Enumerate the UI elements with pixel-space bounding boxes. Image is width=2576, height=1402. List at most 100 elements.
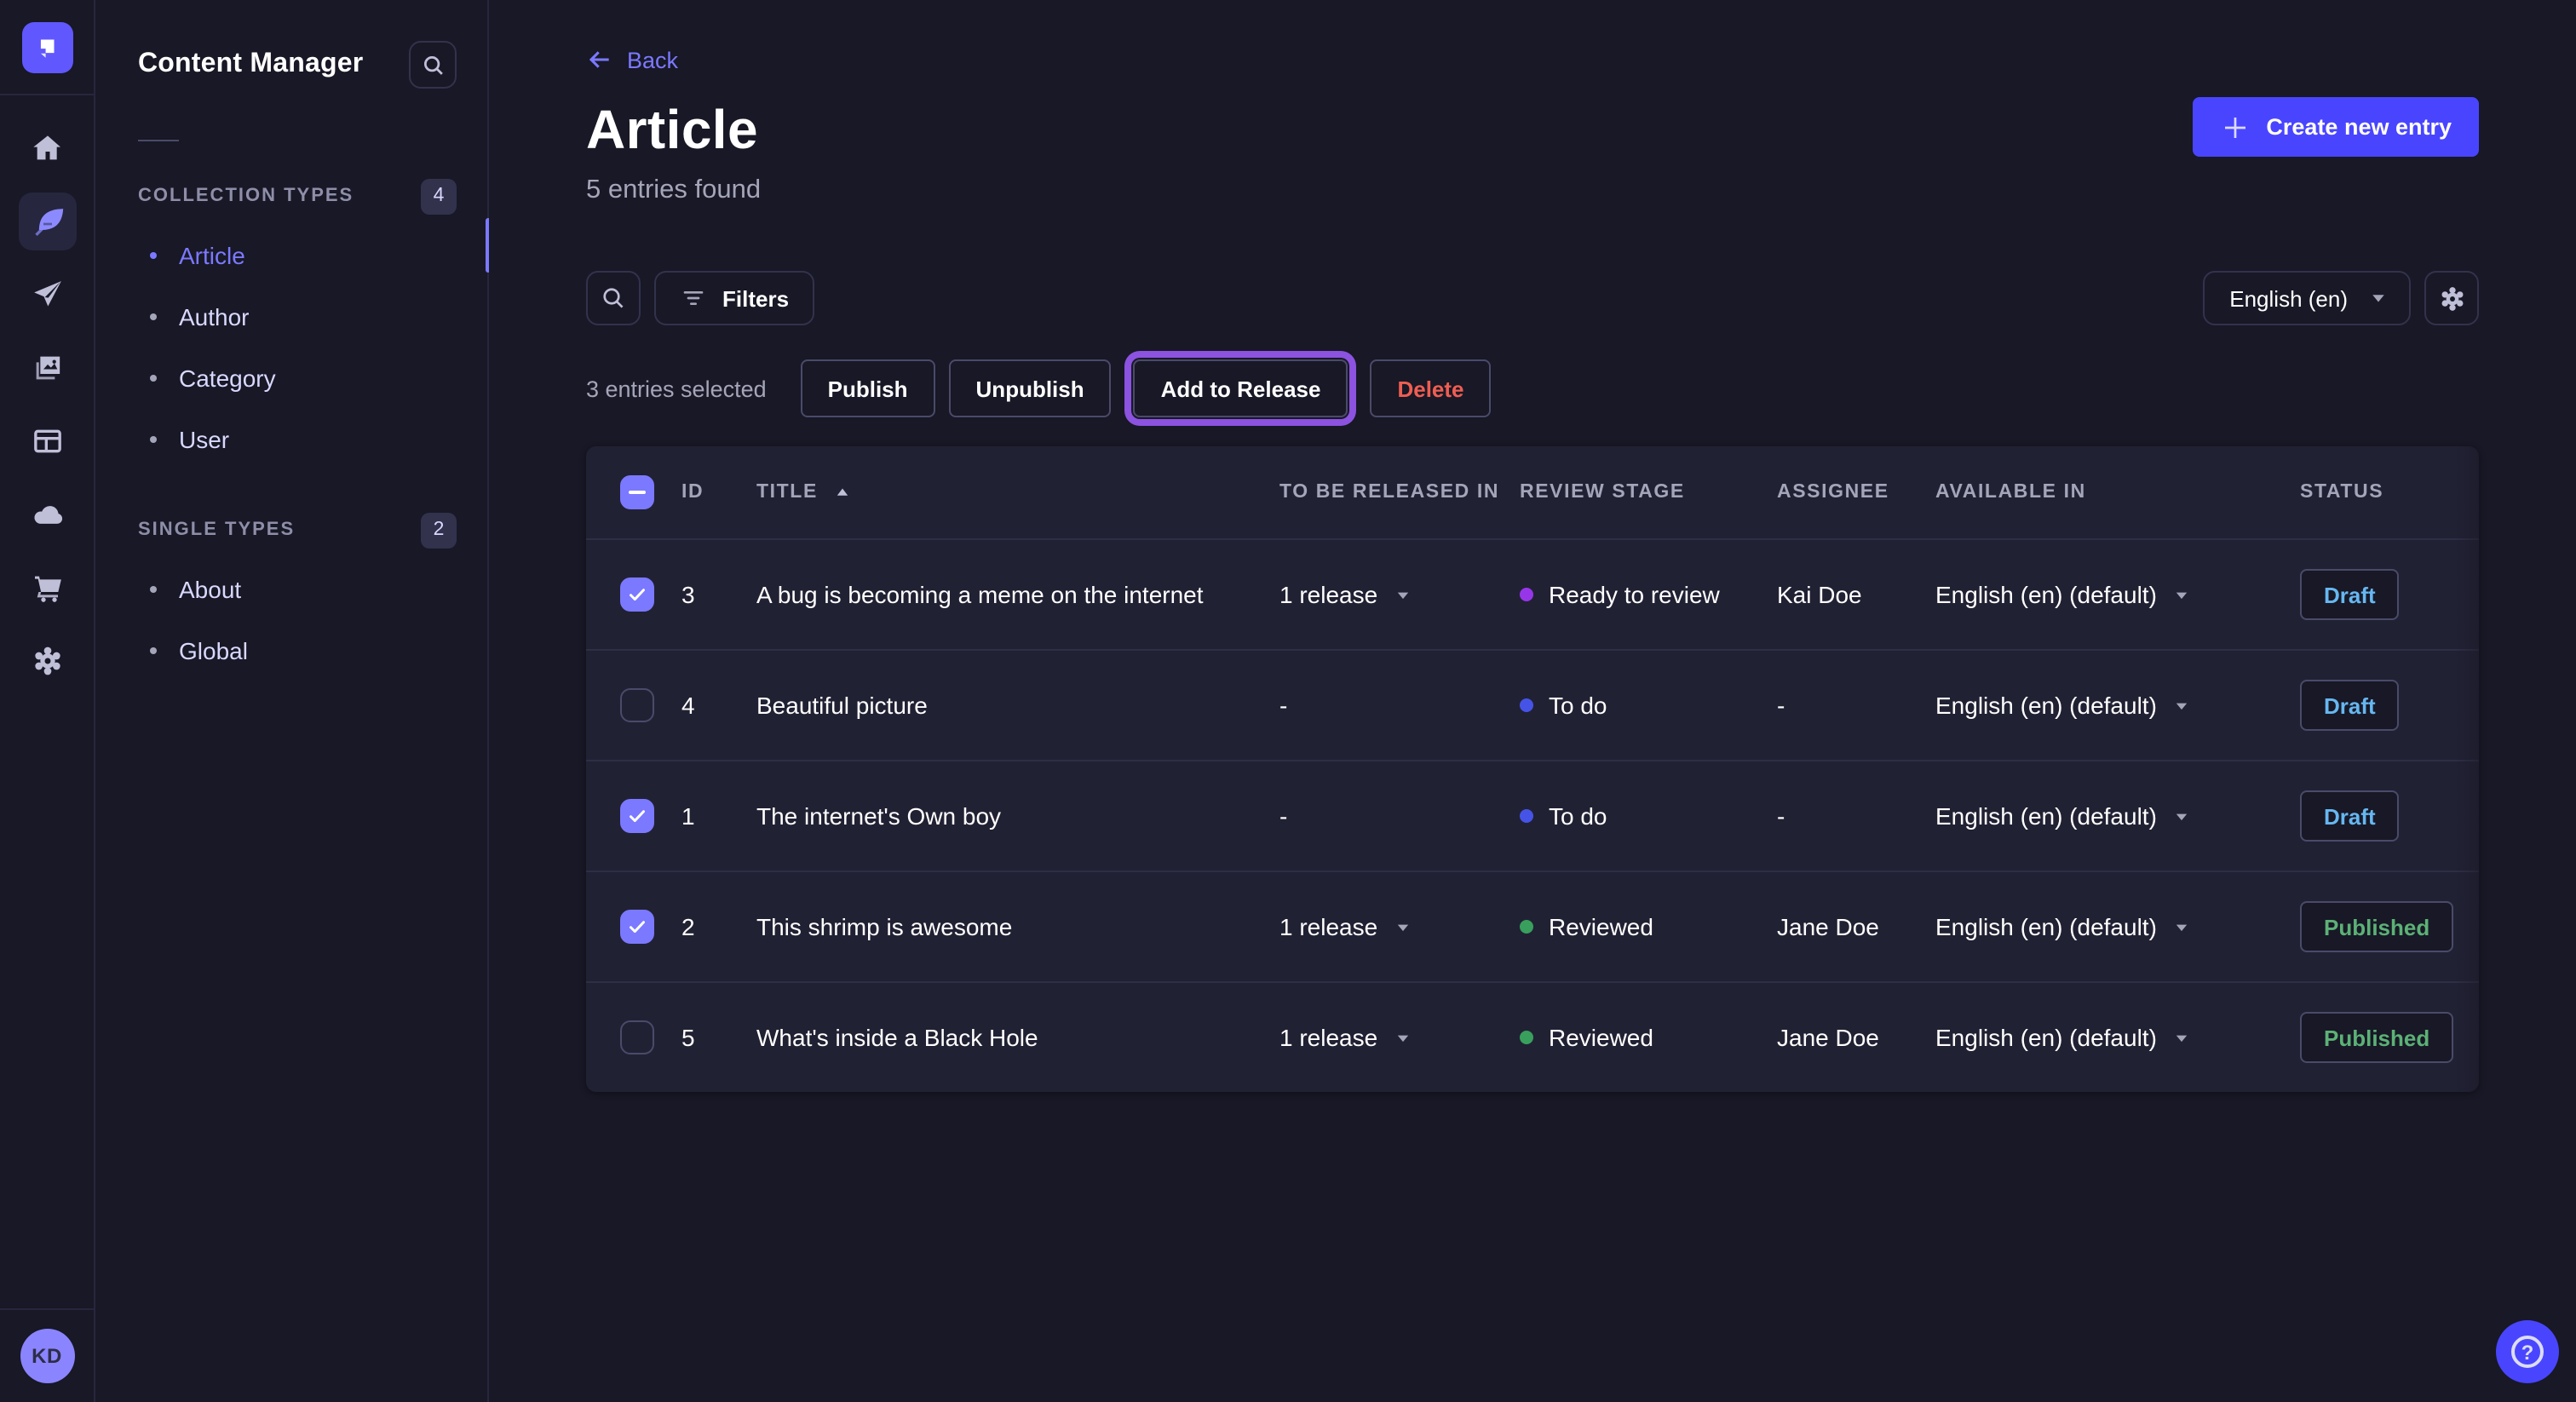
chevron-down-icon[interactable] <box>1393 585 1412 604</box>
stage-dot-icon <box>1520 809 1533 823</box>
cell-review-stage: To do <box>1520 802 1777 830</box>
cell-assignee: Kai Doe <box>1777 581 1935 608</box>
cell-released-in: 1 release <box>1279 913 1520 940</box>
table-row[interactable]: 2 This shrimp is awesome 1 release Revie… <box>586 871 2479 981</box>
row-checkbox[interactable] <box>620 577 654 612</box>
sidebar-search-button[interactable] <box>409 41 457 89</box>
cell-id: 2 <box>681 913 756 940</box>
sidebar-item-about[interactable]: About <box>138 559 457 620</box>
publish-button[interactable]: Publish <box>801 359 935 417</box>
content-manager-sidebar: Content Manager COLLECTION TYPES 4 Artic… <box>95 0 489 1402</box>
cell-assignee: - <box>1777 802 1935 830</box>
brand-logo-wrap <box>0 0 94 95</box>
cell-review-stage: Reviewed <box>1520 1024 1777 1051</box>
stage-dot-icon <box>1520 1031 1533 1044</box>
row-assignee: Jane Doe <box>1777 1024 1879 1051</box>
column-header-status[interactable]: STATUS <box>2300 482 2479 503</box>
table-body: 3 A bug is becoming a meme on the intern… <box>586 538 2479 1092</box>
row-assignee: - <box>1777 802 1785 830</box>
row-checkbox[interactable] <box>620 799 654 833</box>
column-header-title[interactable]: TITLE <box>756 482 1279 503</box>
sidebar-item-category[interactable]: Category <box>138 348 457 409</box>
filters-button[interactable]: Filters <box>654 271 814 325</box>
cell-title: A bug is becoming a meme on the internet <box>756 581 1279 608</box>
cell-status: Draft <box>2300 790 2479 842</box>
status-badge: Draft <box>2300 790 2400 842</box>
sidebar-item-user[interactable]: User <box>138 409 457 470</box>
cell-id: 3 <box>681 581 756 608</box>
table-search-button[interactable] <box>586 271 641 325</box>
status-badge: Published <box>2300 901 2453 952</box>
stage-dot-icon <box>1520 698 1533 712</box>
column-header-review-stage[interactable]: REVIEW STAGE <box>1520 482 1777 503</box>
sidebar-item-article[interactable]: Article <box>138 225 457 286</box>
cell-title: What's inside a Black Hole <box>756 1024 1279 1051</box>
rail-settings-button[interactable] <box>18 632 76 690</box>
table-row[interactable]: 4 Beautiful picture - To do - English (e… <box>586 649 2479 760</box>
section-label-single-types: SINGLE TYPES <box>138 520 295 540</box>
column-header-id[interactable]: ID <box>681 482 756 503</box>
home-icon <box>30 131 64 165</box>
row-checkbox[interactable] <box>620 910 654 944</box>
chevron-down-icon[interactable] <box>1393 917 1412 936</box>
rail-marketplace-button[interactable] <box>18 559 76 617</box>
cell-title: This shrimp is awesome <box>756 913 1279 940</box>
chevron-down-icon[interactable] <box>2172 917 2191 936</box>
check-icon <box>627 584 647 605</box>
back-link[interactable]: Back <box>586 46 678 73</box>
row-checkbox[interactable] <box>620 688 654 722</box>
chevron-down-icon[interactable] <box>2172 696 2191 715</box>
cell-review-stage: To do <box>1520 692 1777 719</box>
layout-icon <box>30 424 64 458</box>
sidebar-item-author[interactable]: Author <box>138 286 457 348</box>
column-header-assignee[interactable]: ASSIGNEE <box>1777 482 1935 503</box>
row-released-in: - <box>1279 692 1287 719</box>
row-stage: To do <box>1549 802 1607 830</box>
cart-icon <box>30 571 64 605</box>
row-available-in: English (en) (default) <box>1935 1024 2157 1051</box>
chevron-down-icon[interactable] <box>1393 1028 1412 1047</box>
row-released-in: 1 release <box>1279 913 1377 940</box>
select-all-checkbox[interactable] <box>620 475 654 509</box>
table-row[interactable]: 1 The internet's Own boy - To do - Engli… <box>586 760 2479 871</box>
column-header-available-in[interactable]: AVAILABLE IN <box>1935 482 2300 503</box>
view-settings-button[interactable] <box>2424 271 2479 325</box>
check-icon <box>627 806 647 826</box>
row-checkbox[interactable] <box>620 1020 654 1054</box>
gear-icon <box>30 644 64 678</box>
feather-icon <box>30 204 64 238</box>
rail-deploy-button[interactable] <box>18 486 76 543</box>
row-available-in: English (en) (default) <box>1935 913 2157 940</box>
app-window: KD Content Manager COLLECTION TYPES 4 Ar… <box>0 0 2576 1402</box>
row-id: 2 <box>681 913 695 940</box>
strapi-logo-icon[interactable] <box>21 21 72 72</box>
table-row[interactable]: 3 A bug is becoming a meme on the intern… <box>586 538 2479 649</box>
table-row[interactable]: 5 What's inside a Black Hole 1 release R… <box>586 981 2479 1092</box>
paper-plane-icon <box>30 278 64 312</box>
sidebar-item-global[interactable]: Global <box>138 620 457 681</box>
column-header-to-be-released-in[interactable]: TO BE RELEASED IN <box>1279 482 1520 503</box>
chevron-down-icon[interactable] <box>2172 1028 2191 1047</box>
add-to-release-button[interactable]: Add to Release <box>1134 359 1348 417</box>
delete-button[interactable]: Delete <box>1370 359 1491 417</box>
rail-content-type-builder-button[interactable] <box>18 412 76 470</box>
sidebar-divider <box>138 140 179 141</box>
collection-types-list: Article Author Category User <box>138 225 457 470</box>
create-new-entry-label: Create new entry <box>2266 114 2452 140</box>
rail-content-manager-button[interactable] <box>18 192 76 250</box>
locale-select[interactable]: English (en) <box>2202 271 2411 325</box>
rail-home-button[interactable] <box>18 119 76 177</box>
chevron-down-icon[interactable] <box>2172 807 2191 825</box>
row-assignee: Kai Doe <box>1777 581 1862 608</box>
chevron-down-icon[interactable] <box>2172 585 2191 604</box>
indeterminate-dash-icon <box>629 491 646 494</box>
help-button[interactable]: ? <box>2496 1320 2559 1383</box>
filter-icon <box>680 284 707 312</box>
user-avatar[interactable]: KD <box>20 1329 74 1383</box>
rail-media-library-button[interactable] <box>18 339 76 397</box>
create-new-entry-button[interactable]: Create new entry <box>2193 97 2479 157</box>
column-header-title-label: TITLE <box>756 482 818 503</box>
cell-status: Published <box>2300 1012 2479 1063</box>
unpublish-button[interactable]: Unpublish <box>949 359 1112 417</box>
rail-releases-button[interactable] <box>18 266 76 324</box>
